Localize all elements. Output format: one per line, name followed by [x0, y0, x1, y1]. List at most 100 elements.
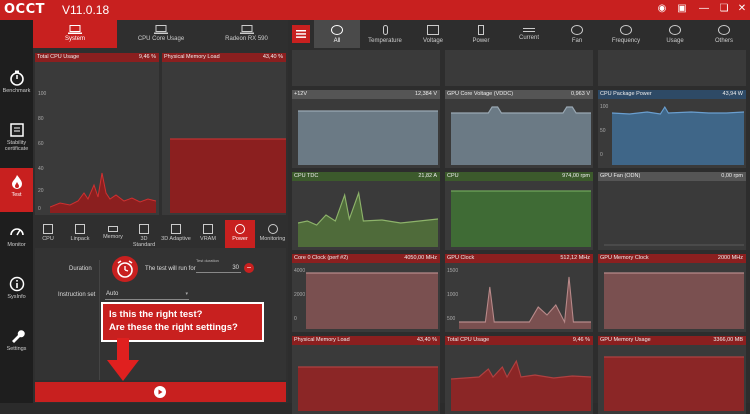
chart-value: 4050,00 MHz	[404, 255, 437, 261]
gpu-icon	[171, 224, 181, 234]
tick-label: 40	[38, 166, 44, 172]
decrease-button[interactable]: −	[244, 263, 254, 273]
test-tab-monitoring[interactable]: Monitoring	[257, 220, 288, 248]
test-tab-power[interactable]: Power	[225, 220, 255, 248]
annotation-arrow	[107, 338, 139, 381]
cpu-usage-plot	[50, 172, 156, 213]
tab-cpu-core-usage[interactable]: CPU Core Usage	[119, 20, 203, 48]
monitor-chart: +12V 12,384 V	[292, 90, 440, 168]
test-tab-cpu[interactable]: CPU	[35, 220, 61, 248]
chart-plot	[604, 272, 744, 329]
minimize-icon[interactable]: —	[697, 2, 711, 16]
alarm-clock-icon	[112, 256, 138, 282]
chart-value: 12,384 V	[414, 91, 437, 97]
duration-text: The test will run for	[145, 266, 196, 272]
start-test-button[interactable]	[35, 382, 286, 402]
test-tab-label: 3D Adaptive	[161, 236, 191, 242]
chart-header: Total CPU Usage 9,46 %	[35, 53, 159, 62]
nav-label: Benchmark	[2, 88, 31, 94]
chart-title: +12V	[294, 91, 307, 97]
chart-header: GPU Memory Clock 2000 MHz	[598, 254, 746, 263]
tick-label: 500	[447, 316, 456, 322]
chart-title: Physical Memory Load	[294, 337, 350, 343]
monitor-chart: GPU Memory Usage 3366,00 MB	[598, 336, 746, 414]
chart-header: GPU Memory Usage 3366,00 MB	[598, 336, 746, 345]
annotation-box: Is this the right test? Are these the ri…	[101, 302, 264, 342]
instruction-set-value: Auto	[106, 291, 119, 297]
chart-value: 0,963 V	[571, 91, 590, 97]
monitor-chart: CPU Package Power 43,94 W 100 50 0	[598, 90, 746, 168]
monitor-chart: Physical Memory Load 43,40 %	[292, 336, 440, 414]
chart-header: Physical Memory Load 43,40 %	[292, 336, 440, 345]
duration-input[interactable]: 30	[196, 264, 241, 273]
test-tab-3d-standard[interactable]: 3D Standard	[129, 220, 159, 248]
chart-line	[298, 190, 438, 226]
screenshot-icon[interactable]: ▣	[675, 2, 689, 16]
monitor-chart: GPU Fan (ODN) 0,00 rpm	[598, 172, 746, 250]
nav-sysinfo[interactable]: SysInfo	[0, 270, 33, 320]
instruction-set-label: Instruction set	[58, 292, 96, 298]
chart-value: 0,00 rpm	[721, 173, 743, 179]
tick-label: 0	[38, 206, 41, 212]
gpu-icon	[139, 224, 149, 234]
chart-area	[604, 273, 744, 329]
gpu-icon	[203, 224, 213, 234]
monitor-chart: GPU Core Voltage (VDDC) 0,963 V	[445, 90, 593, 168]
nav-test[interactable]: Test	[0, 168, 33, 212]
annotation-line-2: Are these the right settings?	[109, 322, 238, 333]
nav-benchmark[interactable]: Benchmark	[0, 64, 33, 114]
chart-value: 43,94 W	[722, 91, 743, 97]
memory-load-plot	[170, 138, 286, 213]
tick-label: 1000	[447, 292, 459, 298]
camera-icon[interactable]: ◉	[655, 2, 669, 16]
tick-label: 1500	[447, 268, 459, 274]
chart-plot	[298, 366, 438, 411]
monitor-chart: Core 0 Clock (perf #2) 4050,00 MHz 4000 200…	[292, 254, 440, 332]
nav-monitor[interactable]: Monitor	[0, 218, 33, 268]
tick-label: 2000	[294, 292, 306, 298]
monitor-chart: CPU 974,00 rpm	[445, 172, 593, 250]
memory-icon	[108, 226, 118, 232]
tab-radeon[interactable]: Radeon RX 590	[205, 20, 288, 48]
chart-line	[612, 105, 744, 115]
test-tab-vram[interactable]: VRAM	[193, 220, 223, 248]
tick-label: 100	[38, 91, 47, 97]
laptop-icon	[239, 25, 254, 34]
chart-area	[298, 111, 438, 165]
nav-label: Settings	[6, 346, 27, 352]
test-tab-memory[interactable]: Memory	[99, 220, 127, 248]
monitor-chart: CPU TDC 21,82 A	[292, 172, 440, 250]
info-icon	[9, 276, 24, 292]
tick-label: 60	[38, 141, 44, 147]
chart-value: 3366,00 MB	[713, 337, 743, 343]
chart-area	[306, 273, 438, 329]
chart-header: +12V 12,384 V	[292, 90, 440, 99]
test-tab-label: Memory	[103, 234, 123, 240]
laptop-icon	[68, 25, 82, 34]
close-icon[interactable]: ✕	[735, 2, 749, 16]
sidebar: Benchmark Stability certificate Test Mon…	[0, 20, 33, 403]
maximize-icon[interactable]: ❏	[717, 2, 731, 16]
instruction-set-select[interactable]: Auto ▾	[105, 290, 189, 300]
chart-title: CPU TDC	[294, 173, 319, 179]
chart-title: GPU Memory Usage	[600, 337, 651, 343]
app-version: V11.0.18	[62, 3, 110, 17]
chart-title: Core 0 Clock (perf #2)	[294, 255, 349, 261]
test-tab-linpack[interactable]: Linpack	[63, 220, 97, 248]
chart-title: GPU Core Voltage (VDDC)	[447, 91, 514, 97]
tick-label: 100	[600, 104, 609, 110]
chart-title: Total CPU Usage	[447, 337, 490, 343]
chart-plot	[306, 272, 438, 329]
play-icon	[154, 386, 166, 398]
certificate-icon	[9, 123, 24, 137]
chart-header: Total CPU Usage 9,46 %	[445, 336, 593, 345]
chart-area	[451, 361, 591, 411]
nav-settings[interactable]: Settings	[0, 322, 33, 372]
chart-header: GPU Core Voltage (VDDC) 0,963 V	[445, 90, 593, 99]
nav-stability-certificate[interactable]: Stability certificate	[0, 116, 33, 166]
tab-system[interactable]: System	[33, 20, 117, 48]
chart-value: 9,46 %	[572, 337, 590, 343]
chart-value: 21,82 A	[418, 173, 437, 179]
test-tab-3d-adaptive[interactable]: 3D Adaptive	[161, 220, 191, 248]
gauge-icon	[9, 228, 24, 236]
